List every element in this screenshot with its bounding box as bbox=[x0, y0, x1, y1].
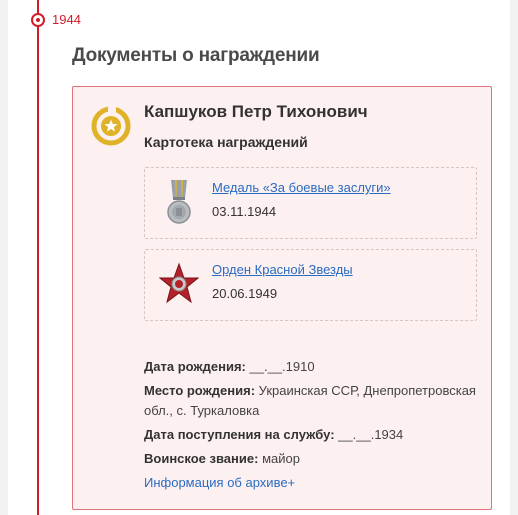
service-start-label: Дата поступления на службу: bbox=[144, 427, 335, 442]
birth-date-row: Дата рождения: __.__.1910 bbox=[144, 357, 484, 377]
birth-date-label: Дата рождения: bbox=[144, 359, 246, 374]
birth-date-value: __.__.1910 bbox=[249, 359, 315, 374]
award-date: 03.11.1944 bbox=[212, 204, 277, 219]
right-gutter bbox=[510, 0, 518, 515]
red-star-order-icon bbox=[158, 260, 200, 310]
service-start-row: Дата поступления на службу: __.__.1934 bbox=[144, 425, 484, 445]
rank-value: майор bbox=[262, 451, 300, 466]
award-card-emblem-icon bbox=[91, 106, 131, 146]
birth-place-label: Место рождения: bbox=[144, 383, 256, 398]
award-date: 20.06.1949 bbox=[212, 286, 278, 301]
award-card: Капшуков Петр Тихонович Картотека награж… bbox=[72, 86, 492, 510]
award-item: Медаль «За боевые заслуги» 03.11.1944 bbox=[144, 167, 477, 239]
birth-place-row: Место рождения: Украинская ССР, Днепропе… bbox=[144, 381, 484, 421]
person-name: Капшуков Петр Тихонович bbox=[144, 102, 368, 121]
card-subtitle: Картотека награждений bbox=[144, 134, 308, 150]
left-gutter bbox=[0, 0, 8, 515]
archive-info-link[interactable]: Информация об архиве+ bbox=[144, 475, 295, 490]
award-link[interactable]: Медаль «За боевые заслуги» bbox=[212, 180, 391, 195]
service-start-value: __.__.1934 bbox=[338, 427, 404, 442]
award-link[interactable]: Орден Красной Звезды bbox=[212, 262, 353, 277]
archive-row: Информация об архиве+ bbox=[144, 473, 484, 493]
rank-label: Воинское звание: bbox=[144, 451, 259, 466]
award-item: Орден Красной Звезды 20.06.1949 bbox=[144, 249, 477, 321]
person-info: Дата рождения: __.__.1910 Место рождения… bbox=[144, 357, 484, 497]
timeline-dot bbox=[31, 13, 45, 27]
timeline-line bbox=[37, 0, 39, 515]
medal-icon bbox=[159, 178, 199, 228]
rank-row: Воинское звание: майор bbox=[144, 449, 484, 469]
section-title: Документы о награждении bbox=[72, 45, 320, 66]
timeline-year: 1944 bbox=[52, 12, 81, 27]
